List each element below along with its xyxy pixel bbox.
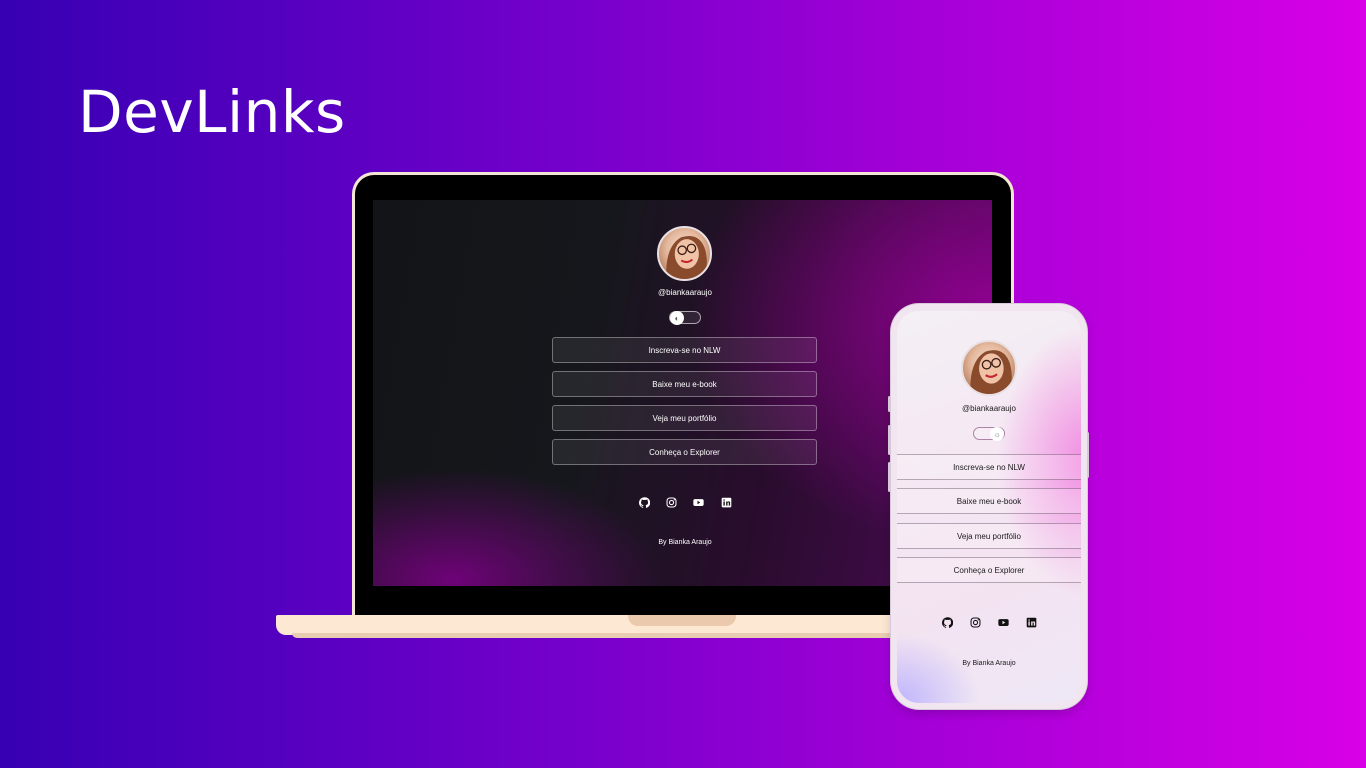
theme-toggle[interactable]: ◐ [669, 311, 701, 325]
footer-credit: By Bianka Araujo [658, 539, 712, 546]
youtube-icon[interactable] [996, 615, 1010, 629]
link-button-explorer[interactable]: Conheça o Explorer [897, 557, 1081, 583]
link-button-explorer[interactable]: Conheça o Explorer [552, 439, 817, 465]
github-icon[interactable] [940, 615, 954, 629]
instagram-icon[interactable] [664, 495, 678, 509]
avatar [657, 226, 712, 281]
footer-credit: By Bianka Araujo [962, 660, 1016, 667]
avatar [961, 340, 1017, 396]
youtube-icon[interactable] [691, 495, 705, 509]
linkedin-icon[interactable] [1024, 615, 1038, 629]
moon-icon: ◐ [670, 311, 684, 325]
linkedin-icon[interactable] [719, 495, 733, 509]
link-button-ebook[interactable]: Baixe meu e-book [897, 488, 1081, 514]
profile-handle: @biankaaraujo [658, 288, 712, 297]
link-button-nlw[interactable]: Inscreva-se no NLW [552, 337, 817, 363]
sun-icon: ☼ [990, 427, 1004, 441]
link-button-nlw[interactable]: Inscreva-se no NLW [897, 454, 1081, 480]
theme-toggle[interactable]: ☼ [973, 427, 1005, 441]
profile-handle: @biankaaraujo [962, 404, 1016, 413]
laptop-notch [628, 615, 736, 626]
avatar-photo [970, 350, 1012, 394]
github-icon[interactable] [637, 495, 651, 509]
link-button-portfolio[interactable]: Veja meu portfólio [552, 405, 817, 431]
link-button-ebook[interactable]: Baixe meu e-book [552, 371, 817, 397]
link-button-portfolio[interactable]: Veja meu portfólio [897, 523, 1081, 549]
page-title: DevLinks [78, 78, 346, 146]
avatar-photo [666, 235, 707, 279]
instagram-icon[interactable] [968, 615, 982, 629]
